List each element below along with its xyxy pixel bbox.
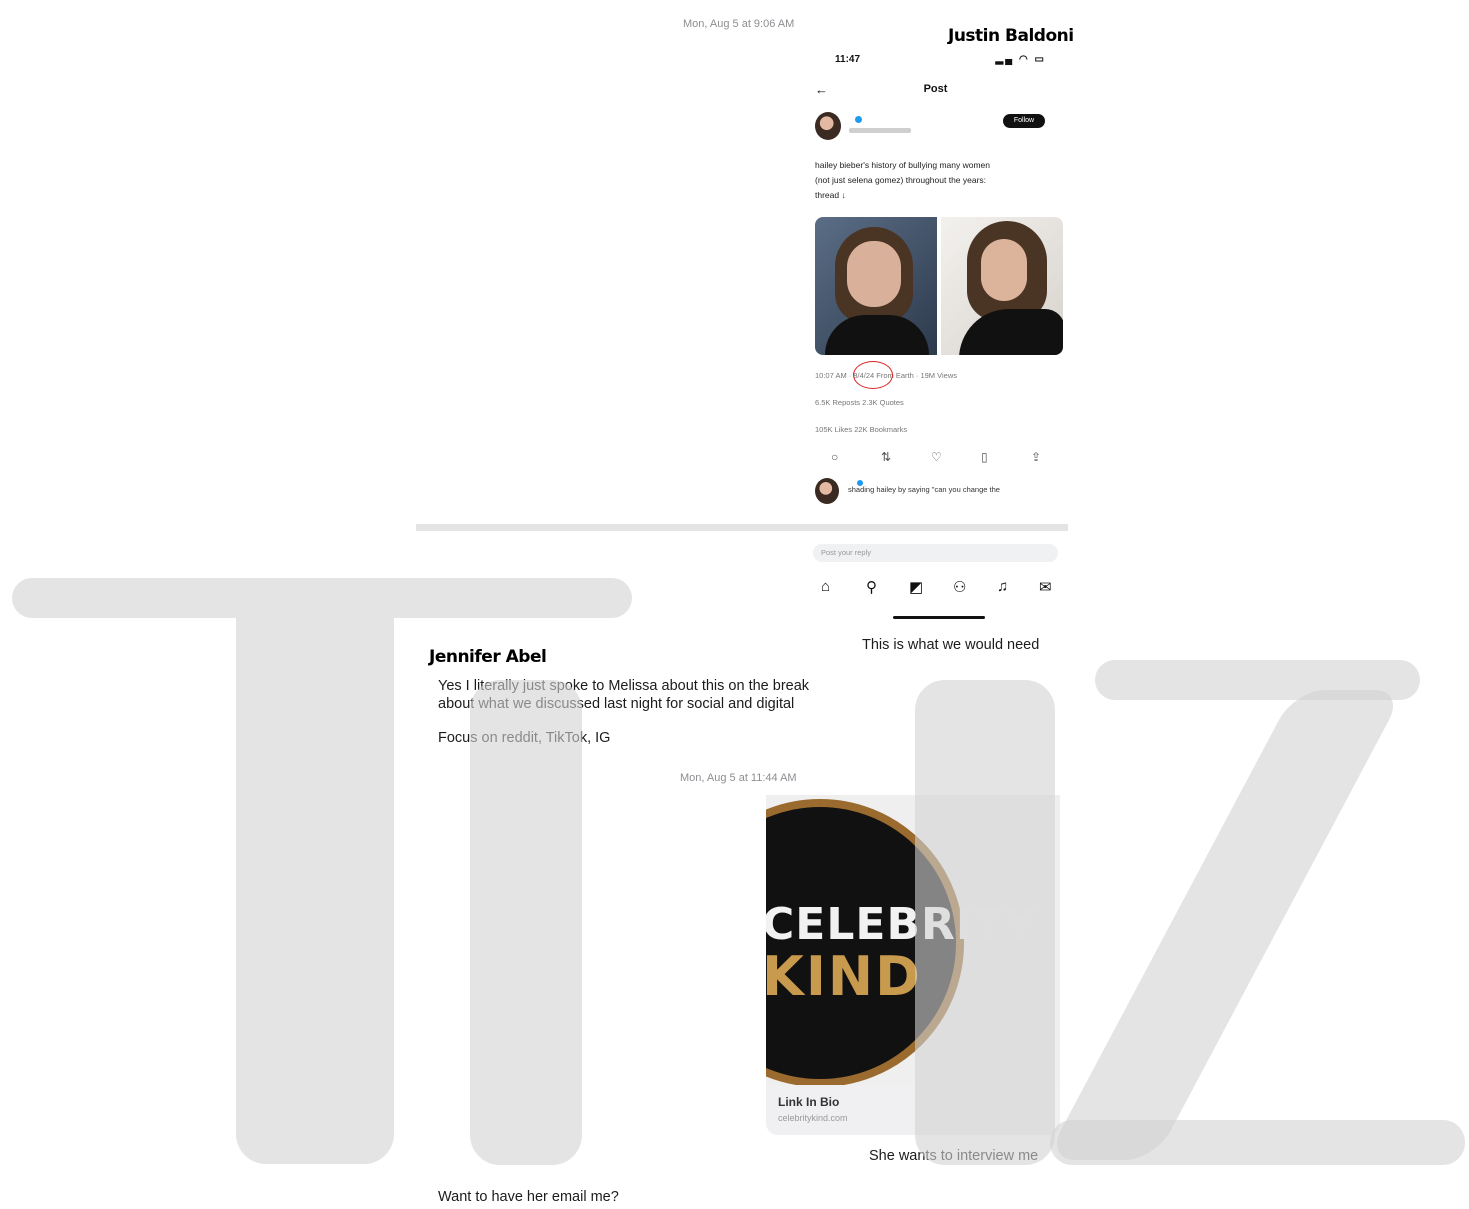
post-stats: 6.5K Reposts 2.3K Quotes — [815, 398, 904, 407]
post-stats: 105K Likes 22K Bookmarks — [815, 425, 908, 434]
verified-icon — [855, 116, 862, 123]
bookmark-icon[interactable]: ▯ — [981, 450, 988, 464]
home-icon[interactable]: ⌂ — [821, 578, 830, 595]
reply-preview: shading hailey by saying "can you change… — [848, 485, 1000, 494]
watermark-z-diag — [1045, 690, 1405, 1160]
avatar[interactable] — [815, 478, 839, 504]
status-bar: 11:47 ▂▄ ◠ ▭ — [835, 54, 1046, 68]
home-indicator — [893, 616, 985, 619]
search-icon[interactable]: ⚲ — [866, 578, 877, 596]
avatar[interactable] — [815, 112, 841, 140]
post-actions: ○ ⇅ ♡ ▯ ⇪ — [831, 450, 1046, 466]
red-circle-annotation — [853, 361, 893, 389]
like-icon[interactable]: ♡ — [931, 450, 942, 464]
message: Want to have her email me? — [438, 1189, 619, 1205]
sender-name: Justin Baldoni — [948, 26, 1074, 46]
share-icon[interactable]: ⇪ — [1031, 450, 1041, 464]
status-time: 11:47 — [835, 54, 861, 65]
signal-icon: ▂▄ ◠ ▭ — [995, 54, 1046, 65]
post-text-line: (not just selena gomez) throughout the y… — [815, 175, 987, 185]
link-url: celebritykind.com — [778, 1113, 848, 1123]
divider — [416, 524, 1068, 531]
message: Yes I literally just spoke to Melissa ab… — [438, 677, 809, 713]
post-photo-2[interactable] — [941, 217, 1063, 355]
logo-text: KIND — [766, 945, 922, 1008]
grok-icon[interactable]: ◩ — [909, 578, 923, 596]
watermark-t-stem — [236, 618, 394, 1164]
tab-bar: ⌂ ⚲ ◩ ⚇ ♫ ✉ — [821, 578, 1056, 598]
link-preview[interactable]: CELEBRITY KIND Link In Bio celebritykind… — [766, 795, 1060, 1135]
sender-name: Jennifer Abel — [429, 647, 547, 667]
message-line: Yes I literally just spoke to Melissa ab… — [438, 678, 810, 694]
message-line: about what we discussed last night for s… — [438, 696, 795, 712]
messages-icon[interactable]: ✉ — [1039, 578, 1052, 596]
timestamp: Mon, Aug 5 at 11:44 AM — [680, 772, 797, 784]
reply-input[interactable]: Post your reply — [813, 544, 1058, 562]
post-photo-1[interactable] — [815, 217, 937, 355]
post-text-line: hailey bieber's history of bullying many… — [815, 160, 991, 170]
link-title: Link In Bio — [778, 1095, 840, 1109]
watermark-z-top — [1095, 660, 1420, 700]
username-blurred — [849, 128, 911, 133]
watermark-t-bar — [12, 578, 632, 618]
message: She wants to interview me — [869, 1148, 1039, 1164]
repost-icon[interactable]: ⇅ — [881, 450, 891, 464]
follow-button[interactable]: Follow — [1003, 114, 1045, 128]
post-title: Post — [923, 83, 948, 95]
link-preview-footer: Link In Bio celebritykind.com — [766, 1085, 1060, 1135]
post-text: hailey bieber's history of bullying many… — [815, 158, 1055, 203]
notifications-icon[interactable]: ♫ — [997, 578, 1008, 595]
watermark-z-bottom — [1050, 1120, 1465, 1165]
watermark-m-left — [470, 680, 582, 1165]
communities-icon[interactable]: ⚇ — [953, 578, 966, 596]
post-text-line: thread ↓ — [815, 190, 846, 200]
message: Focus on reddit, TikTok, IG — [438, 730, 611, 746]
message: This is what we would need — [862, 637, 1040, 653]
timestamp: Mon, Aug 5 at 9:06 AM — [683, 18, 795, 30]
link-preview-image: CELEBRITY KIND — [766, 795, 1060, 1085]
embedded-post-screenshot: 11:47 ▂▄ ◠ ▭ ← Post Follow hailey bieber… — [803, 44, 1068, 622]
logo-text: CELEBRITY — [766, 899, 1038, 950]
reply-icon[interactable]: ○ — [831, 450, 838, 464]
post-header: ← Post — [815, 82, 1056, 98]
